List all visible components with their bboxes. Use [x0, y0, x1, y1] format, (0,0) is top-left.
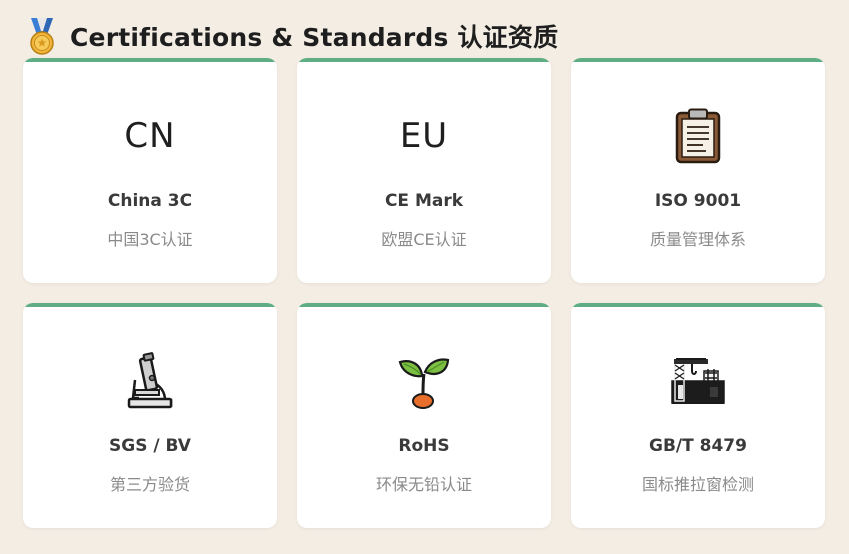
cert-description: 环保无铅认证	[375, 475, 472, 494]
cert-name: RoHS	[398, 436, 450, 456]
cert-card-iso-9001: ISO 9001 质量管理体系	[571, 58, 825, 283]
cert-description: 国标推拉窗检测	[641, 475, 754, 494]
medal-icon	[24, 17, 60, 55]
cert-description: 中国3C认证	[107, 230, 193, 249]
cert-description: 质量管理体系	[649, 230, 746, 249]
page-title: Certifications & Standards 认证资质	[70, 23, 559, 52]
cert-card-rohs: RoHS 环保无铅认证	[297, 303, 551, 528]
cert-card-sgs-bv: SGS / BV 第三方验货	[23, 303, 277, 528]
cert-name: SGS / BV	[109, 436, 191, 456]
cert-icon-wrap	[571, 106, 825, 166]
cert-card-ce-mark: EU CE Mark 欧盟CE认证	[297, 58, 551, 283]
cert-icon-wrap	[23, 351, 277, 411]
eu-flag-icon: EU	[297, 106, 551, 166]
cert-icon-text: EU	[399, 116, 449, 156]
cert-icon-wrap	[571, 351, 825, 411]
clipboard-icon	[675, 108, 721, 164]
cert-card-china-3c: CN China 3C 中国3C认证	[23, 58, 277, 283]
cert-name: GB/T 8479	[649, 436, 747, 456]
cert-icon-text: CN	[124, 116, 176, 156]
microscope-icon	[127, 352, 173, 409]
cert-name: CE Mark	[384, 191, 464, 211]
section-header: Certifications & Standards 认证资质	[24, 16, 558, 56]
cert-description: 欧盟CE认证	[381, 230, 467, 249]
cert-name: China 3C	[107, 191, 193, 211]
cert-description: 第三方验货	[109, 475, 190, 494]
certifications-grid: CN China 3C 中国3C认证 EU CE Mark 欧盟CE认证 ISO…	[23, 58, 825, 528]
cn-flag-icon: CN	[23, 106, 277, 166]
seedling-icon	[398, 358, 450, 409]
cert-icon-wrap	[297, 351, 551, 411]
cert-card-gbt-8479: GB/T 8479 国标推拉窗检测	[571, 303, 825, 528]
cert-name: ISO 9001	[654, 191, 742, 211]
construction-site-icon	[671, 358, 725, 404]
